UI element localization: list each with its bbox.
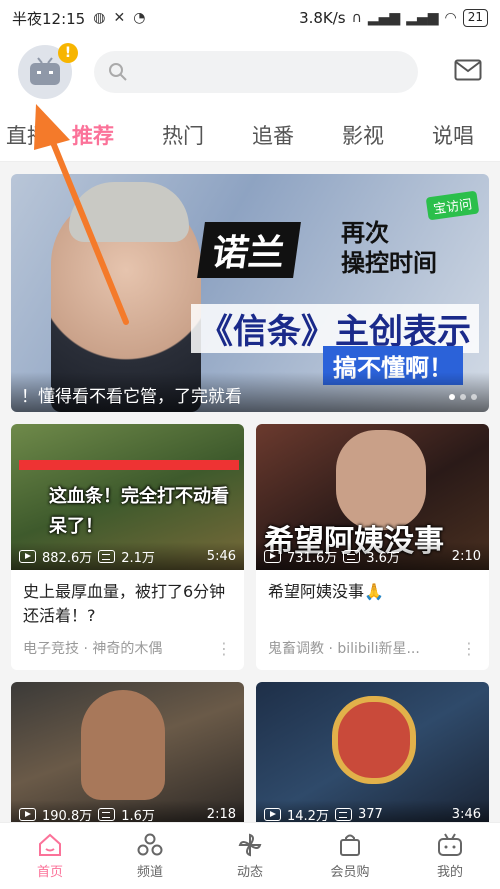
danmaku-count: 2.1万 <box>121 550 155 566</box>
tab-live[interactable]: 直播 <box>0 120 48 150</box>
video-meta: 电子竞技 · 神奇的木偶 ⋮ <box>11 630 244 670</box>
video-title: 希望阿姨没事🙏 <box>268 582 384 601</box>
video-stats: 731.6万 3.6万 2:10 <box>256 542 489 570</box>
danmaku-count: 1.6万 <box>121 808 155 824</box>
nav-channel-label: 频道 <box>136 864 163 880</box>
tab-hot[interactable]: 热门 <box>138 120 228 150</box>
video-category-uploader: 电子竞技 · 神奇的木偶 <box>23 641 163 657</box>
danmaku-count: 3.6万 <box>366 550 400 566</box>
shopping-bag-icon <box>340 834 360 856</box>
home-icon <box>39 833 61 856</box>
banner-title-sub-a: 再次 <box>341 219 389 247</box>
hp-bar <box>19 460 239 470</box>
video-duration: 2:18 <box>206 806 236 822</box>
danmaku-count: 377 <box>357 806 383 822</box>
video-meta: 鬼畜调教 · bilibili新星... ⋮ <box>256 630 489 670</box>
banner-carousel[interactable]: 诺兰 再次 操控时间 宝访问 《信条》主创表示 搞不懂啊！ ！懂得看不看它管，了… <box>11 174 489 412</box>
nav-home-label: 首页 <box>36 864 63 880</box>
tv-icon <box>438 832 462 856</box>
video-title: 史上最厚血量，被打了6分钟还活着！? <box>23 582 226 625</box>
signal-icon: ▂▄▆ <box>367 10 401 26</box>
video-thumbnail: 希望阿姨没事 731.6万 3.6万 2:10 <box>256 424 489 570</box>
video-card[interactable]: 这血条！完全打不动看呆了！ 882.6万 2.1万 5:46 史上最厚血量，被打… <box>11 424 244 670</box>
battery-indicator: 21 <box>462 9 488 27</box>
channel-icon <box>137 833 163 855</box>
more-options-icon[interactable]: ⋮ <box>461 639 477 658</box>
view-count: 882.6万 <box>42 550 93 566</box>
thumbnail-person <box>336 430 426 530</box>
category-tabs: 直播 推荐 热门 追番 影视 说唱 <box>0 108 500 162</box>
nav-home[interactable]: 首页 <box>0 823 100 889</box>
video-card[interactable]: 希望阿姨没事 731.6万 3.6万 2:10 希望阿姨没事🙏 鬼畜调教 · b… <box>256 424 489 670</box>
carousel-dots <box>449 394 477 400</box>
app-header: ! <box>0 36 500 108</box>
tv-mascot-icon <box>30 57 60 85</box>
video-stats: 882.6万 2.1万 5:46 <box>11 542 244 570</box>
play-count-icon <box>264 807 281 821</box>
tab-recommend[interactable]: 推荐 <box>48 120 138 161</box>
danmaku-icon <box>343 549 361 563</box>
play-count-icon <box>19 807 36 821</box>
video-thumbnail: 190.8万 1.6万 2:18 <box>11 682 244 828</box>
carousel-dot <box>471 394 477 400</box>
video-duration: 2:10 <box>451 548 481 564</box>
network-speed: 3.8K/s <box>299 9 346 27</box>
message-button[interactable] <box>454 59 482 85</box>
status-time: 半夜12:15 <box>12 9 86 28</box>
avatar[interactable]: ! <box>18 43 78 99</box>
nav-mall-label: 会员购 <box>330 864 370 880</box>
video-card[interactable]: 190.8万 1.6万 2:18 <box>11 682 244 828</box>
danmaku-icon <box>334 807 352 821</box>
thumbnail-person <box>81 690 165 800</box>
status-bar: 半夜12:15 ◍ ✕ ◔ 3.8K/s ∩ ▂▄▆ ▂▄▆ ◠ 21 <box>0 0 500 36</box>
pinwheel-icon <box>238 833 262 856</box>
banner-hair <box>69 182 189 242</box>
signal-icon-2: ▂▄▆ <box>406 10 439 26</box>
banner-tag: 宝访问 <box>425 190 480 221</box>
missed-call-icon: ✕ <box>113 10 126 26</box>
nav-dynamic-label: 动态 <box>236 864 263 880</box>
banner-caption: ！懂得看不看它管，了完就看 <box>11 372 489 412</box>
view-count: 190.8万 <box>42 808 93 824</box>
carousel-dot <box>460 394 466 400</box>
video-thumbnail: 这血条！完全打不动看呆了！ 882.6万 2.1万 5:46 <box>11 424 244 570</box>
mail-icon <box>454 59 482 81</box>
banner-title-sub: 再次 操控时间 <box>341 218 437 278</box>
play-count-icon <box>19 549 36 563</box>
carousel-dot <box>449 394 455 400</box>
nav-mine-label: 我的 <box>436 864 463 880</box>
tab-anime[interactable]: 追番 <box>228 120 318 150</box>
wifi-icon: ◠ <box>444 10 457 26</box>
search-input[interactable] <box>136 63 396 81</box>
danmaku-icon <box>98 807 116 821</box>
banner-title-sub-b: 操控时间 <box>341 249 437 277</box>
banner-title-name: 诺兰 <box>197 222 301 278</box>
video-category-uploader: 鬼畜调教 · bilibili新星... <box>268 641 420 657</box>
video-duration: 3:46 <box>451 806 481 822</box>
thumbnail-character <box>332 696 416 784</box>
nav-mine[interactable]: 我的 <box>400 823 500 889</box>
nav-dynamic[interactable]: 动态 <box>200 823 300 889</box>
bottom-nav: 首页 频道 动态 会员购 我的 <box>0 822 500 889</box>
headphone-icon: ∩ <box>351 10 362 26</box>
nav-mall[interactable]: 会员购 <box>300 823 400 889</box>
tab-film[interactable]: 影视 <box>318 120 408 150</box>
danmaku-icon <box>98 549 116 563</box>
nav-channel[interactable]: 频道 <box>100 823 200 889</box>
view-count: 731.6万 <box>287 550 338 566</box>
video-duration: 5:46 <box>206 548 236 564</box>
wechat-icon: ◍ <box>93 10 106 26</box>
view-count: 14.2万 <box>287 808 329 824</box>
video-card[interactable]: 14.2万 377 3:46 <box>256 682 489 828</box>
search-icon <box>109 63 127 81</box>
search-bar[interactable] <box>94 51 418 93</box>
video-thumbnail: 14.2万 377 3:46 <box>256 682 489 828</box>
bilibili-notify-icon: ◔ <box>133 10 146 26</box>
play-count-icon <box>264 549 281 563</box>
tab-rap[interactable]: 说唱 <box>408 120 498 150</box>
more-options-icon[interactable]: ⋮ <box>216 639 232 658</box>
notification-badge: ! <box>58 43 78 63</box>
thumbnail-caption: 这血条！完全打不动看呆了！ <box>49 486 229 537</box>
